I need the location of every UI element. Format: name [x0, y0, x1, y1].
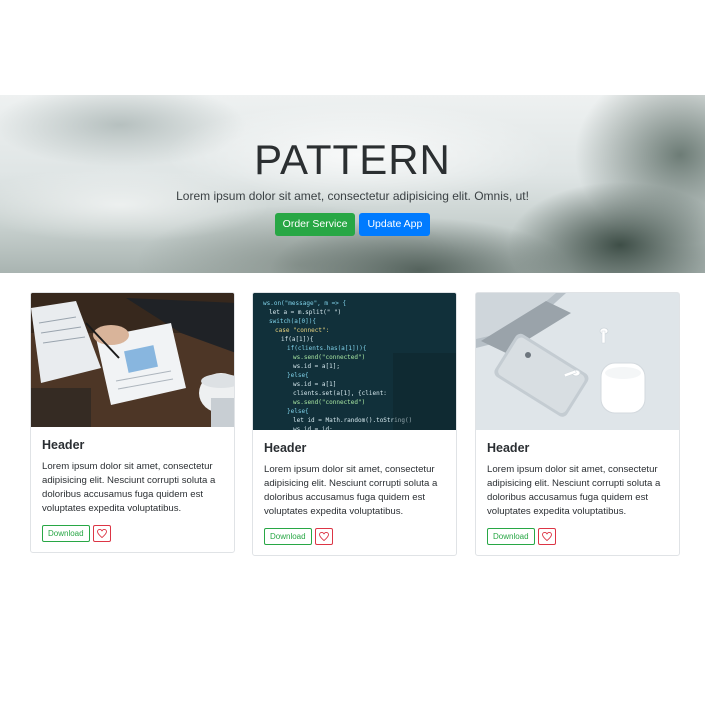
favorite-button[interactable] — [537, 528, 556, 545]
download-button[interactable]: Download — [487, 528, 535, 545]
card-title: Header — [487, 441, 530, 455]
card-title: Header — [264, 441, 307, 455]
card-actions: Download — [264, 528, 445, 545]
svg-text:}else{: }else{ — [287, 408, 309, 415]
heart-icon — [96, 529, 107, 538]
office-desk-image — [31, 293, 234, 427]
hero-buttons: Order Service Update App — [0, 213, 705, 236]
card-title: Header — [42, 438, 85, 452]
svg-text:ws.send("connected"): ws.send("connected") — [293, 354, 365, 361]
svg-text:switch(a[0]){: switch(a[0]){ — [269, 318, 316, 325]
svg-text:ws.id = a[1]: ws.id = a[1] — [293, 381, 336, 388]
svg-text:if(a[1]){: if(a[1]){ — [281, 336, 314, 343]
card-text: Lorem ipsum dolor sit amet, consectetur … — [487, 464, 661, 517]
svg-text:}else{: }else{ — [287, 372, 309, 379]
card-office: Header Lorem ipsum dolor sit amet, conse… — [30, 292, 235, 553]
card-code: ws.on("message", m => { let a = m.split(… — [252, 292, 457, 556]
svg-text:ws.on("message", m => {: ws.on("message", m => { — [263, 300, 346, 307]
hero-background-image — [0, 95, 705, 273]
svg-text:ws.id = a[1];: ws.id = a[1]; — [293, 363, 340, 370]
svg-text:ws.send("connected"): ws.send("connected") — [293, 399, 365, 406]
svg-text:case "connect":: case "connect": — [275, 327, 329, 334]
download-button[interactable]: Download — [264, 528, 312, 545]
download-button[interactable]: Download — [42, 525, 90, 542]
update-app-button[interactable]: Update App — [359, 213, 431, 236]
card-actions: Download — [42, 525, 223, 542]
card-body: Header Lorem ipsum dolor sit amet, conse… — [476, 430, 679, 555]
hero-banner — [0, 95, 705, 273]
svg-text:let a = m.split(" "): let a = m.split(" ") — [269, 309, 341, 316]
order-service-button[interactable]: Order Service — [274, 213, 356, 236]
favorite-button[interactable] — [92, 525, 111, 542]
card-text: Lorem ipsum dolor sit amet, consectetur … — [264, 464, 438, 517]
hero-lead-text: Lorem ipsum dolor sit amet, consectetur … — [176, 189, 529, 203]
card-text: Lorem ipsum dolor sit amet, consectetur … — [42, 461, 216, 514]
card-actions: Download — [487, 528, 668, 545]
favorite-button[interactable] — [314, 528, 333, 545]
heart-icon — [541, 532, 552, 541]
heart-icon — [318, 532, 329, 541]
svg-text:clients.set(a[1], {client:: clients.set(a[1], {client: — [293, 390, 387, 397]
card-body: Header Lorem ipsum dolor sit amet, conse… — [253, 430, 456, 555]
svg-text:ws.id = id;: ws.id = id; — [293, 426, 333, 430]
code-screen-image: ws.on("message", m => { let a = m.split(… — [253, 293, 456, 430]
card-devices: Header Lorem ipsum dolor sit amet, conse… — [475, 292, 680, 556]
phone-earbuds-image — [476, 293, 679, 430]
card-body: Header Lorem ipsum dolor sit amet, conse… — [31, 427, 234, 552]
page-title: PATTERN — [254, 136, 451, 183]
svg-text:if(clients.has(a[1])){: if(clients.has(a[1])){ — [287, 345, 366, 352]
